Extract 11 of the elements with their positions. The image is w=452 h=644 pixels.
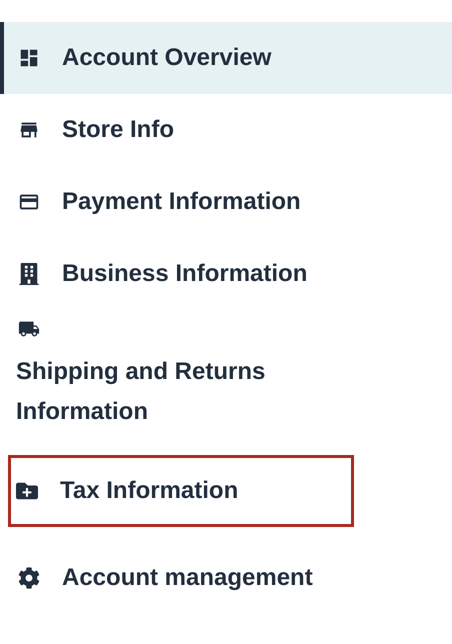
nav-item[interactable]: Payment Information xyxy=(0,166,452,238)
nav-item[interactable]: Business Information xyxy=(0,238,452,310)
nav-item[interactable]: Account Overview xyxy=(0,22,452,94)
dashboard-icon xyxy=(18,47,40,69)
nav-item[interactable]: Account management xyxy=(0,542,452,614)
folder-plus-icon xyxy=(16,480,38,502)
nav-item[interactable]: Shipping and Returns Information xyxy=(0,310,452,440)
nav-item[interactable]: Store Info xyxy=(0,94,452,166)
nav-item[interactable]: Tax Information xyxy=(8,455,354,527)
building-icon xyxy=(18,263,40,285)
settings-icon xyxy=(18,567,40,589)
